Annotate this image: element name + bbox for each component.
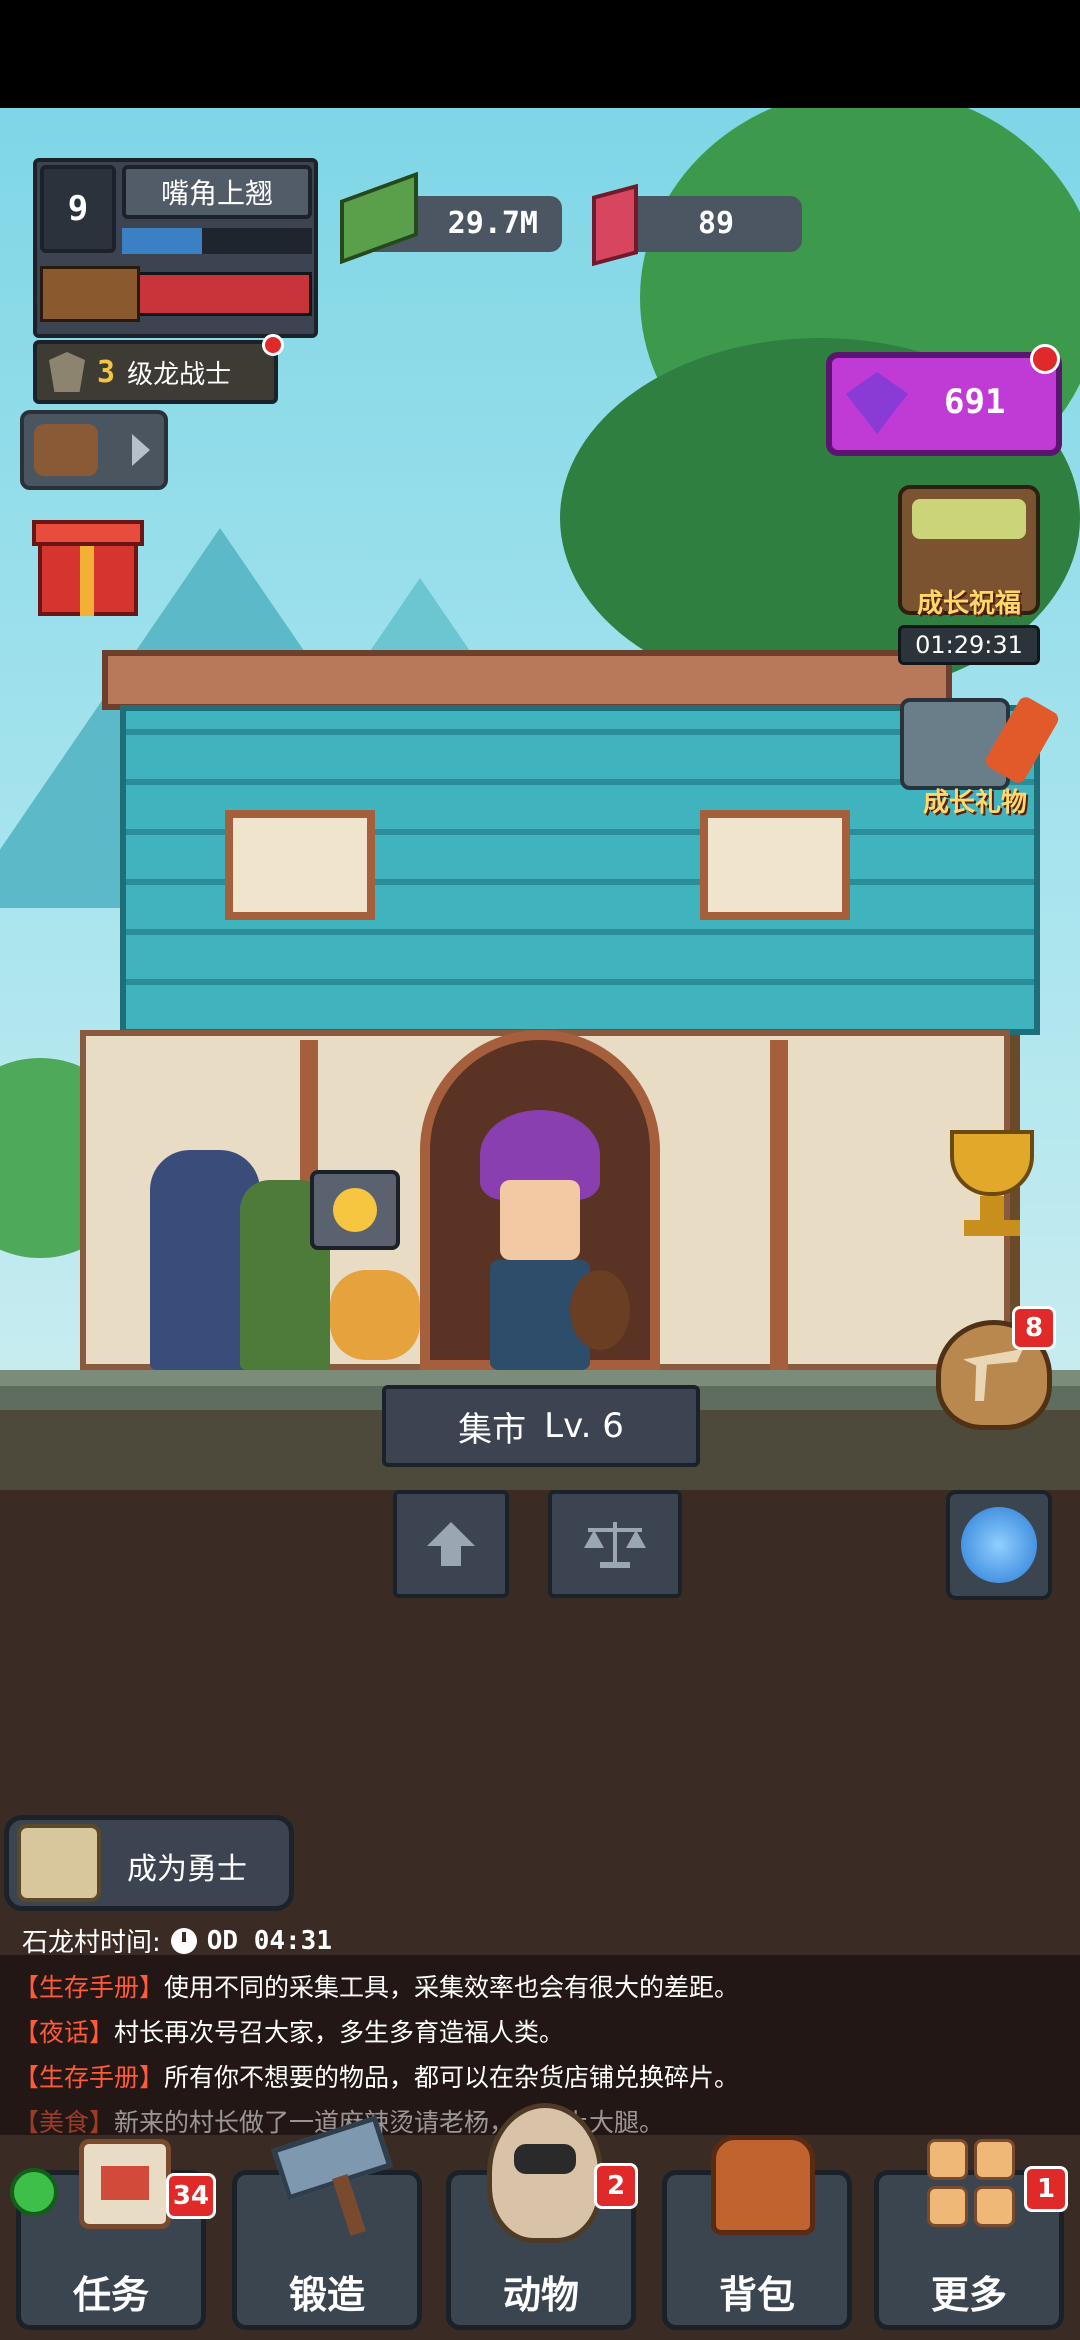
rank-name: 级龙战士 bbox=[127, 359, 232, 390]
nav-label: 更多 bbox=[930, 2273, 1007, 2317]
growth-blessing-label: 成长祝福 bbox=[916, 588, 1021, 619]
exp-fill bbox=[122, 228, 202, 254]
building-label[interactable]: 集市 Lv. 6 bbox=[382, 1385, 700, 1467]
chevron-right-icon bbox=[132, 434, 150, 466]
quest-label: 成为勇士 bbox=[127, 1852, 247, 1887]
cash-value: 29.7M bbox=[447, 206, 538, 241]
arrow-up-icon bbox=[427, 1522, 475, 1566]
notification-dot bbox=[262, 334, 284, 356]
smile-icon bbox=[333, 1188, 377, 1232]
growth-blessing-timer: 01:29:31 bbox=[898, 625, 1040, 665]
task-book-icon bbox=[79, 2139, 171, 2229]
dog-companion bbox=[330, 1270, 420, 1360]
gem-pack-value: 691 bbox=[944, 382, 1006, 422]
growth-gift-label: 成长礼物 bbox=[922, 787, 1027, 818]
rank-level: 3 bbox=[97, 354, 116, 390]
trophy-button[interactable] bbox=[950, 1130, 1034, 1240]
building-level: Lv. 6 bbox=[544, 1406, 624, 1446]
check-icon bbox=[10, 2168, 58, 2216]
upgrade-button[interactable] bbox=[393, 1490, 509, 1598]
grid-icon bbox=[927, 2139, 1015, 2227]
house-window bbox=[225, 810, 375, 920]
rank-badge[interactable]: 3 级龙战士 bbox=[33, 340, 278, 404]
clock-icon bbox=[170, 1927, 197, 1954]
animal-icon bbox=[487, 2103, 603, 2243]
animals-badge: 2 bbox=[594, 2163, 638, 2209]
nav-label: 背包 bbox=[718, 2273, 795, 2317]
quest-tracker[interactable]: 成为勇士 bbox=[4, 1815, 294, 1911]
shield-icon bbox=[49, 352, 85, 392]
player-character[interactable] bbox=[470, 1110, 630, 1370]
resource-tool-button[interactable] bbox=[20, 410, 168, 490]
house-window bbox=[700, 810, 850, 920]
chat-line: 【生存手册】所有你不想要的物品，都可以在杂货店铺兑换碎片。 bbox=[14, 2063, 740, 2092]
player-title: 嘴角上翘 bbox=[122, 165, 312, 219]
player-level: 9 bbox=[40, 165, 116, 253]
village-time-value: OD 04:31 bbox=[206, 1925, 332, 1956]
nav-label: 动物 bbox=[502, 2273, 579, 2317]
village-time: 石龙村时间: OD 04:31 bbox=[22, 1922, 332, 1959]
exp-bar bbox=[122, 228, 312, 254]
nav-backpack[interactable]: 背包 bbox=[662, 2135, 852, 2330]
nav-label: 任务 bbox=[72, 2273, 149, 2317]
red-gem-icon bbox=[592, 183, 638, 267]
building-name: 集市 bbox=[458, 1409, 527, 1450]
chat-line: 【夜话】村长再次号召大家，多生多育造福人类。 bbox=[14, 2018, 565, 2047]
nav-label: 锻造 bbox=[288, 2273, 365, 2317]
chat-line: 【生存手册】使用不同的采集工具，采集效率也会有很大的差距。 bbox=[14, 1973, 740, 2002]
nav-forge[interactable]: 锻造 bbox=[232, 2115, 422, 2330]
sword-hilt-icon bbox=[40, 266, 140, 322]
portal-icon bbox=[961, 1507, 1037, 1583]
log-icon bbox=[34, 424, 98, 476]
gem-value: 89 bbox=[698, 206, 735, 241]
emote-bubble[interactable] bbox=[310, 1170, 400, 1250]
scale-icon bbox=[584, 1522, 646, 1568]
more-badge: 1 bbox=[1024, 2166, 1068, 2212]
notification-dot bbox=[1030, 344, 1060, 374]
trophy-icon bbox=[950, 1130, 1034, 1196]
gift-button[interactable] bbox=[28, 510, 146, 616]
purple-gem-icon bbox=[846, 372, 908, 434]
pickaxe-icon bbox=[963, 1349, 1023, 1401]
status-bar bbox=[0, 0, 1080, 108]
house-roof-eave bbox=[102, 650, 952, 710]
trade-button[interactable] bbox=[548, 1490, 682, 1598]
pickaxe-badge: 8 bbox=[1012, 1306, 1056, 1350]
village-time-label: 石龙村时间: bbox=[22, 1928, 161, 1958]
gem-pack-button[interactable]: 691 bbox=[826, 352, 1062, 456]
scroll-icon bbox=[17, 1824, 101, 1902]
backpack-icon bbox=[711, 2135, 815, 2235]
portal-button[interactable] bbox=[946, 1490, 1052, 1600]
tasks-badge: 34 bbox=[166, 2173, 216, 2219]
wall-beam bbox=[770, 1040, 788, 1370]
